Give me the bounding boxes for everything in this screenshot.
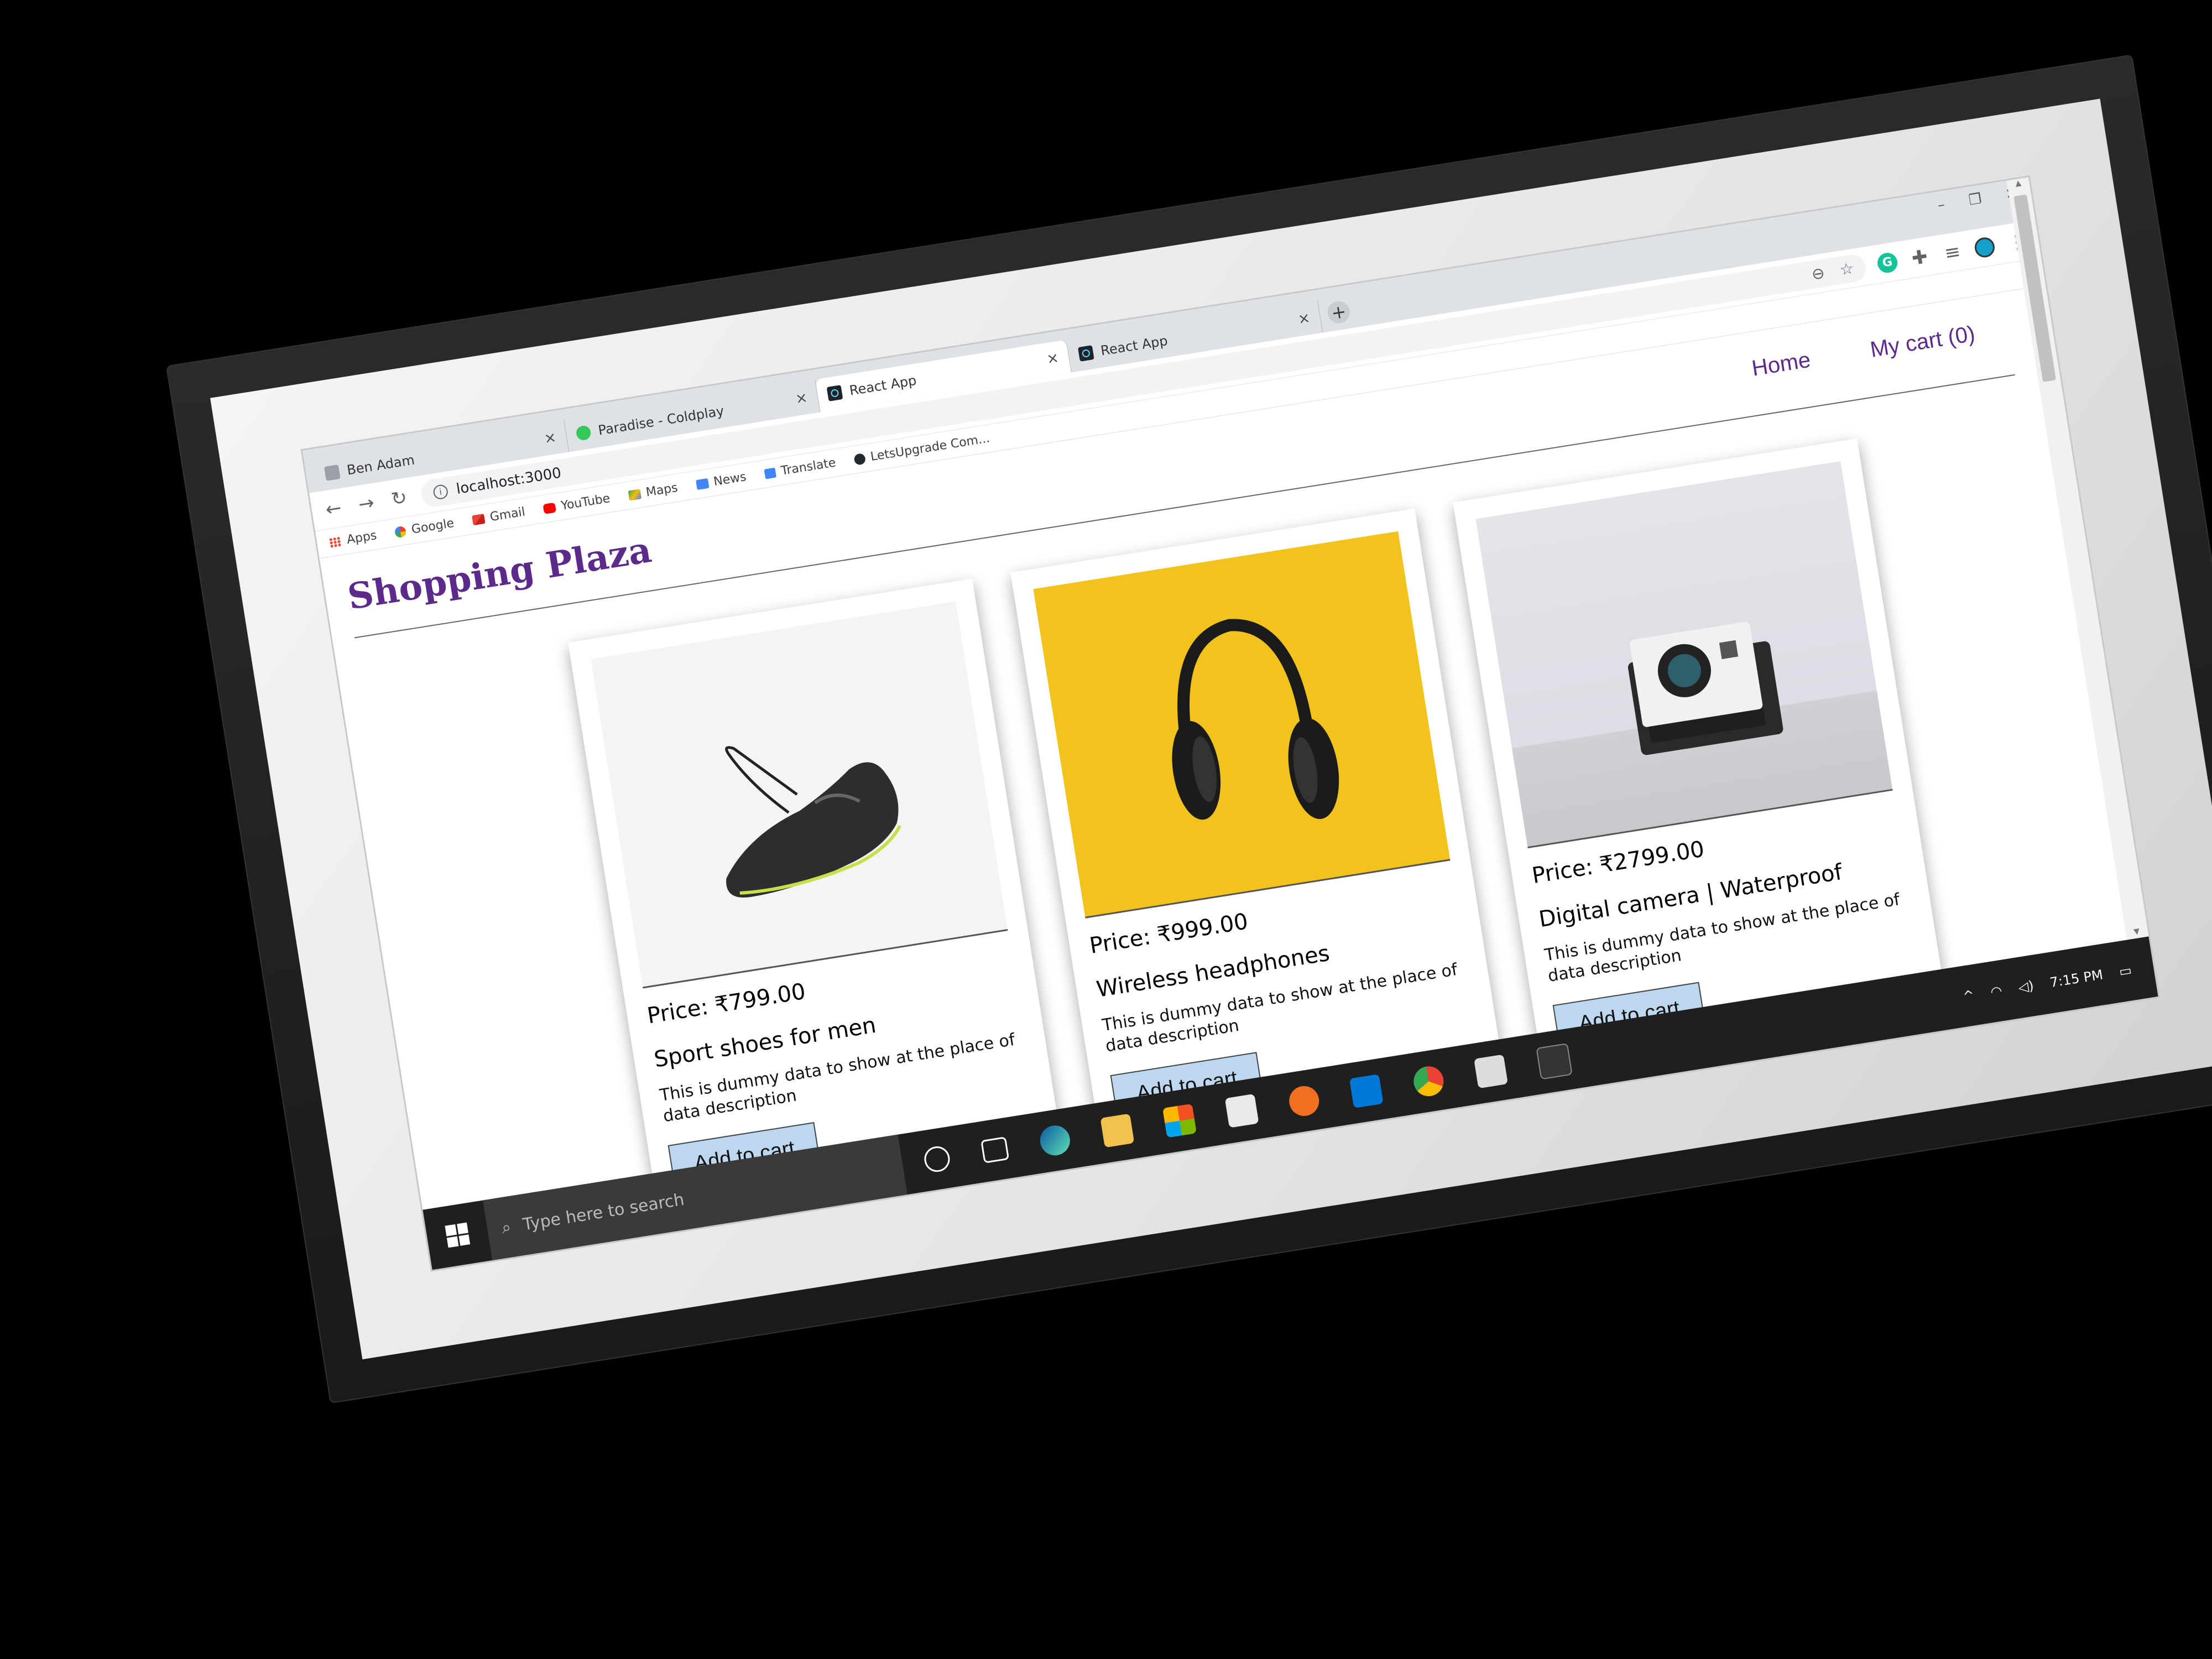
wifi-icon[interactable]: ◠ — [1989, 983, 2003, 1000]
bookmark-gmail[interactable]: Gmail — [472, 505, 526, 527]
volume-icon[interactable]: ◁) — [2017, 978, 2035, 995]
bookmark-news[interactable]: News — [695, 470, 747, 492]
bookmark-google[interactable]: Google — [394, 517, 455, 540]
nav-home-link[interactable]: Home — [1750, 348, 1812, 382]
bookmark-label: Translate — [780, 456, 837, 478]
bookmark-maps[interactable]: Maps — [628, 481, 679, 503]
start-button[interactable] — [422, 1201, 492, 1270]
close-icon[interactable]: × — [543, 429, 557, 447]
vscode-icon[interactable] — [1349, 1074, 1384, 1109]
screen: Ben Adam × Paradise - Coldplay × React A… — [302, 177, 2158, 1270]
google-icon — [394, 525, 407, 538]
shoe-image — [591, 601, 1008, 989]
close-icon[interactable]: × — [1297, 310, 1311, 328]
store-icon[interactable] — [1162, 1103, 1197, 1138]
apps-grid-icon — [328, 536, 342, 548]
bookmark-label: Google — [410, 516, 455, 537]
notifications-icon[interactable]: ▭ — [2118, 962, 2133, 979]
site-nav: Home My cart (0) — [1750, 321, 1977, 381]
file-explorer-icon[interactable] — [1100, 1113, 1135, 1148]
frame-bevel: Ben Adam × Paradise - Coldplay × React A… — [210, 98, 2212, 1360]
headphones-image — [1033, 531, 1451, 919]
restore-icon[interactable]: ❐ — [1968, 190, 1983, 208]
back-arrow-icon[interactable]: ← — [321, 496, 346, 521]
bookmark-translate[interactable]: Translate — [764, 456, 837, 481]
taskbar-search-placeholder: Type here to search — [521, 1190, 686, 1234]
extensions-puzzle-icon[interactable]: ✚ — [1907, 245, 1932, 270]
new-tab-button[interactable]: + — [1326, 299, 1352, 325]
shoe-icon — [725, 746, 902, 898]
github-icon — [853, 452, 867, 466]
bookmark-label: Gmail — [489, 505, 526, 525]
grammarly-extension-icon[interactable]: G — [1876, 251, 1899, 274]
close-icon[interactable]: × — [1046, 349, 1060, 368]
forward-arrow-icon[interactable]: → — [354, 491, 378, 516]
bookmark-label: Maps — [645, 481, 679, 500]
bookmark-label: YouTube — [560, 492, 611, 513]
task-view-icon[interactable] — [980, 1136, 1010, 1164]
gmail-icon — [472, 513, 486, 525]
zoom-icon[interactable]: ⊖ — [1811, 263, 1826, 283]
youtube-icon — [542, 502, 557, 514]
camera-icon — [1627, 622, 1783, 755]
chrome-icon[interactable] — [1411, 1064, 1446, 1099]
profile-avatar[interactable] — [1973, 236, 1996, 259]
maps-icon — [628, 488, 641, 500]
nav-cart-link[interactable]: My cart (0) — [1869, 321, 1977, 362]
react-favicon-icon — [826, 385, 843, 401]
terminal-icon[interactable] — [1536, 1043, 1573, 1080]
react-favicon-icon — [1078, 345, 1094, 362]
media-control-icon[interactable]: ≡ — [1940, 239, 1965, 264]
audio-favicon-icon — [575, 425, 592, 441]
system-tray: ^ ◠ ◁) 7:15 PM ▭ — [1962, 958, 2154, 1004]
bookmark-apps[interactable]: Apps — [328, 529, 378, 550]
search-icon: ⌕ — [500, 1217, 513, 1238]
news-icon — [695, 478, 709, 490]
clock[interactable]: 7:15 PM — [2049, 967, 2104, 991]
bookmark-star-icon[interactable]: ☆ — [1838, 259, 1855, 279]
photo-stage: Ben Adam × Paradise - Coldplay × React A… — [0, 0, 2212, 1659]
clock-time: 7:15 PM — [2048, 966, 2104, 990]
bookmark-label: News — [712, 470, 748, 489]
bookmark-youtube[interactable]: YouTube — [542, 492, 611, 516]
reload-icon[interactable]: ↻ — [387, 486, 411, 510]
tray-chevron-icon[interactable]: ^ — [1962, 987, 1975, 1004]
monitor-frame: Ben Adam × Paradise - Coldplay × React A… — [165, 54, 2212, 1404]
window-controls: – ❐ ✕ — [1937, 185, 2019, 213]
app-icon[interactable] — [1224, 1093, 1259, 1128]
scroll-up-icon[interactable]: ▲ — [2007, 177, 2031, 191]
minimize-icon[interactable]: – — [1937, 196, 1947, 214]
cortana-icon[interactable] — [922, 1144, 952, 1174]
windows-logo-icon — [445, 1222, 471, 1248]
photos-icon[interactable] — [1474, 1054, 1508, 1089]
site-info-icon[interactable]: i — [432, 483, 449, 500]
close-icon[interactable]: × — [794, 389, 808, 408]
translate-icon — [764, 467, 777, 479]
page-favicon-icon — [324, 465, 341, 481]
bookmark-label: Apps — [346, 528, 378, 547]
camera-image — [1475, 461, 1893, 849]
edge-icon[interactable] — [1037, 1123, 1072, 1158]
headphones-icon — [1172, 619, 1339, 820]
postman-icon[interactable] — [1287, 1084, 1322, 1118]
